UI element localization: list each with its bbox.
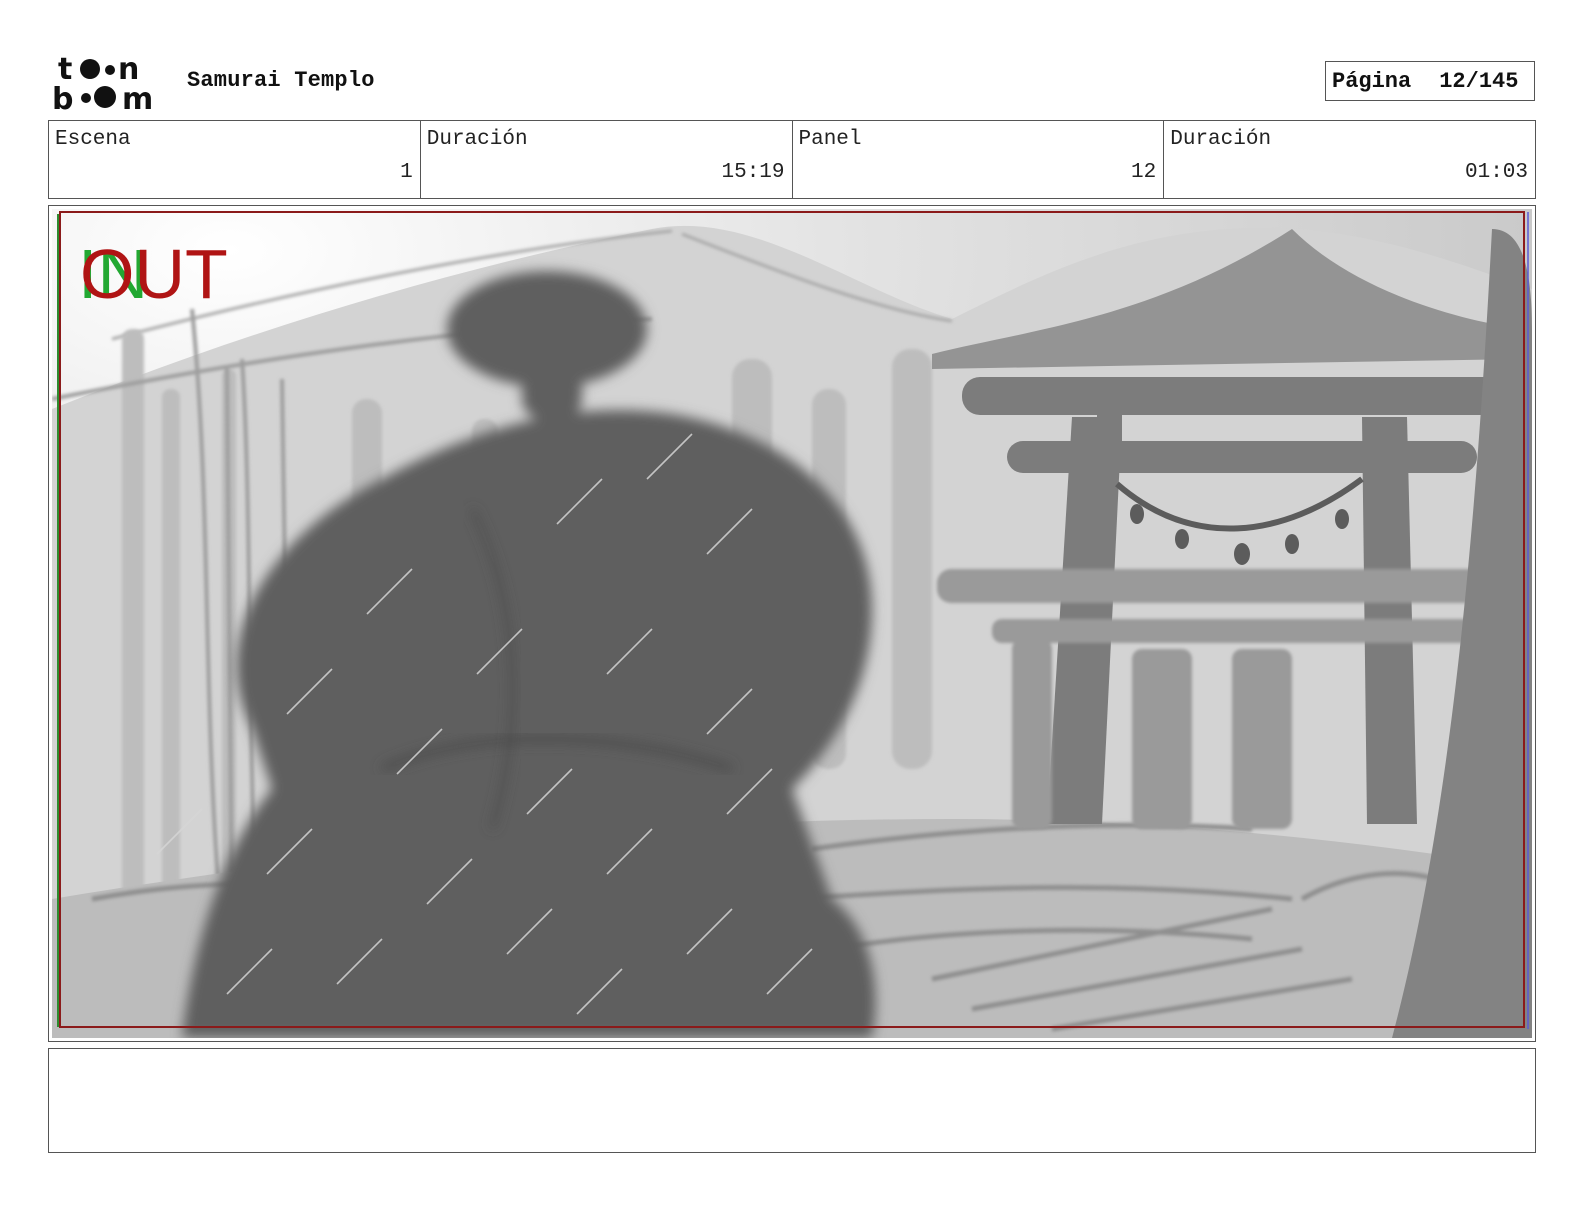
scene-duration-label: Duración xyxy=(426,128,528,151)
project-title: Samurai Templo xyxy=(187,68,375,93)
panel-duration-value: 01:03 xyxy=(1464,161,1528,184)
scene-value: 1 xyxy=(400,161,413,184)
scene-label: Escena xyxy=(55,128,131,151)
storyboard-sketch xyxy=(52,209,1532,1038)
page-label: Página xyxy=(1332,68,1412,94)
scene-duration-cell: Duración 15:19 xyxy=(421,121,793,198)
panel-duration-cell: Duración 01:03 xyxy=(1164,121,1535,198)
page-number: 12/145 xyxy=(1439,68,1519,94)
panel-value: 12 xyxy=(1131,161,1157,184)
notes-box[interactable] xyxy=(48,1048,1536,1153)
scene-duration-value: 15:19 xyxy=(721,161,785,184)
panel-info-table: Escena 1 Duración 15:19 Panel 12 Duració… xyxy=(48,120,1536,199)
panel-label: Panel xyxy=(798,128,862,151)
panel-duration-label: Duración xyxy=(1170,128,1272,151)
svg-text:b: b xyxy=(52,82,73,112)
toon-boom-logo: t n b m xyxy=(52,52,153,112)
out-marker: OUT xyxy=(80,235,228,313)
svg-text:m: m xyxy=(122,82,153,112)
page-indicator: Página 12/145 xyxy=(1325,61,1535,101)
panel-cell: Panel 12 xyxy=(793,121,1165,198)
scene-cell: Escena 1 xyxy=(49,121,421,198)
